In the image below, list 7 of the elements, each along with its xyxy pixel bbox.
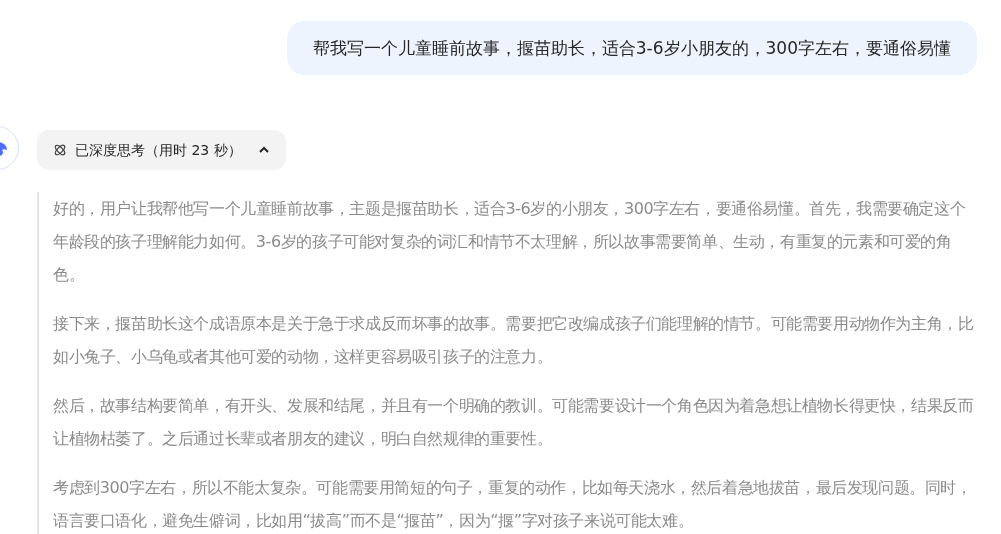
thinking-toggle[interactable]: 已深度思考（用时 23 秒）	[37, 130, 286, 170]
user-message: 帮我写一个儿童睡前故事，揠苗助长，适合3-6岁小朋友的，300字左右，要通俗易懂	[286, 21, 977, 75]
thinking-paragraph: 然后，故事结构要简单，有开头、发展和结尾，并且有一个明确的教训。可能需要设计一个角色因为着急想让植物长得更快，结果反而让植物枯萎了。之后通过长辈或者朋友的建议，明白自然规律的重要性。	[53, 395, 975, 450]
thinking-paragraph: 好的，用户让我帮他写一个儿童睡前故事，主题是揠苗助长，适合3-6岁的小朋友，300字左右，要通俗易懂。首先，我需要确定这个年龄段的孩子理解能力如何。3-6岁的孩子可能对复杂的词汇和情节不太理解，所以故事需要简单、生动，有重复的元素和可爱的角色。	[53, 198, 967, 286]
thinking-paragraph: 考虑到300字左右，所以不能太复杂。可能需要用简短的句子，重复的动作，比如每天浇水，然后着急地拔苗，最后发现问题。同时，语言要口语化，避免生僻词，比如用“拔高”而不是“揠苗”，因为“揠”字对孩子来说可能太难。	[53, 477, 973, 532]
thinking-paragraph: 接下来，揠苗助长这个成语原本是关于急于求成反而坏事的故事。需要把它改编成孩子们能理解的情节。可能需要用动物作为主角，比如小兔子、小乌龟或者其他可爱的动物，这样更容易吸引孩子的注意力。	[53, 313, 975, 368]
atom-icon	[53, 143, 67, 157]
